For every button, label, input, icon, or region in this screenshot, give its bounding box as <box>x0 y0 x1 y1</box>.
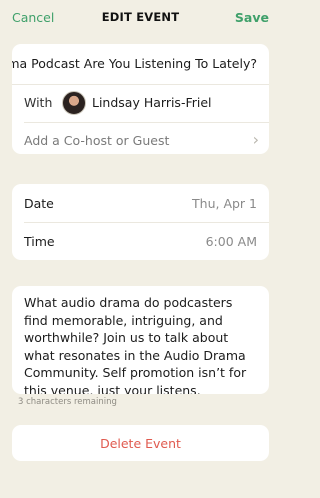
time-value[interactable]: 6:00 AM <box>206 234 257 249</box>
delete-event-label: Delete Event <box>100 436 181 451</box>
date-value[interactable]: Thu, Apr 1 <box>192 196 257 211</box>
title-row[interactable]: Audio Drama Podcast Are You Listening To… <box>12 44 269 85</box>
host-row: With Lindsay Harris-Friel <box>24 84 269 123</box>
save-button[interactable]: Save <box>235 10 269 25</box>
date-label: Date <box>24 196 54 211</box>
schedule-card: Date Thu, Apr 1 Time 6:00 AM <box>12 184 269 260</box>
user-avatar <box>62 91 86 115</box>
date-row[interactable]: Date Thu, Apr 1 <box>24 184 269 223</box>
event-details-card: Audio Drama Podcast Are You Listening To… <box>12 44 269 154</box>
add-cohost-row[interactable]: Add a Co-host or Guest › <box>24 122 269 154</box>
host-name: Lindsay Harris-Friel <box>92 95 212 110</box>
characters-remaining: 3 characters remaining <box>18 397 117 407</box>
description-card[interactable]: What audio drama do podcasters find memo… <box>12 286 269 394</box>
with-label: With <box>24 95 53 110</box>
time-row[interactable]: Time 6:00 AM <box>24 222 269 260</box>
description-textarea[interactable]: What audio drama do podcasters find memo… <box>24 294 259 394</box>
add-cohost-label: Add a Co-host or Guest <box>24 133 170 148</box>
chevron-right-icon: › <box>252 130 259 149</box>
delete-event-button[interactable]: Delete Event <box>12 425 269 461</box>
time-label: Time <box>24 234 55 249</box>
nav-bar: Cancel EDIT EVENT Save <box>0 0 281 34</box>
event-title-field[interactable]: Audio Drama Podcast Are You Listening To… <box>12 56 257 71</box>
